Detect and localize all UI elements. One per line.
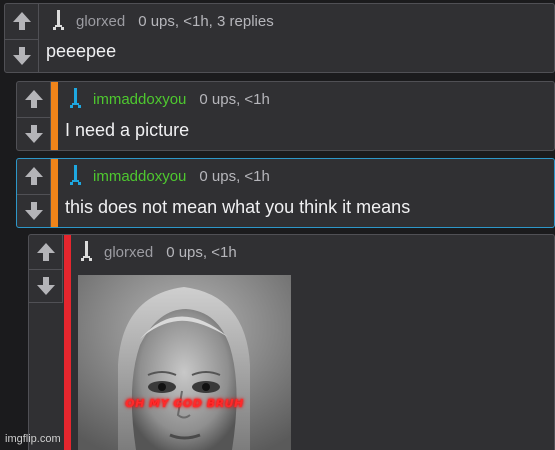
- arrow-up-icon: [24, 166, 43, 185]
- arrow-up-icon: [24, 89, 43, 108]
- user-avatar-icon: [53, 10, 64, 30]
- comment-header: immaddoxyou 0 ups, <1h: [70, 165, 270, 185]
- upvote-button[interactable]: [29, 235, 62, 268]
- reply-accent-bar: [51, 82, 58, 150]
- vote-column: [17, 82, 51, 150]
- reply-accent-bar: [51, 159, 58, 227]
- arrow-up-icon: [36, 242, 55, 261]
- image-caption: OH MY GOD BRUH: [125, 397, 244, 410]
- arrow-down-icon: [12, 47, 31, 65]
- arrow-down-icon: [36, 277, 55, 295]
- arrow-down-icon: [24, 202, 43, 220]
- comment-header: glorxed 0 ups, <1h: [81, 241, 237, 261]
- downvote-button[interactable]: [29, 269, 62, 302]
- upvote-button[interactable]: [17, 82, 50, 115]
- comment-image[interactable]: OH MY GOD BRUH: [78, 275, 291, 450]
- upvote-button[interactable]: [17, 159, 50, 192]
- username-link[interactable]: glorxed: [76, 13, 125, 30]
- comment: glorxed 0 ups, <1h, 3 replies peeepee: [4, 3, 555, 73]
- arrow-up-icon: [12, 11, 31, 30]
- downvote-button[interactable]: [17, 117, 50, 150]
- downvote-button[interactable]: [5, 39, 38, 72]
- comment-meta: 0 ups, <1h: [199, 167, 270, 185]
- comment: immaddoxyou 0 ups, <1h this does not mea…: [16, 158, 555, 228]
- comment-header: glorxed 0 ups, <1h, 3 replies: [53, 10, 274, 30]
- comment-meta: 0 ups, <1h: [199, 90, 270, 108]
- vote-column: [29, 235, 63, 303]
- username-link[interactable]: immaddoxyou: [93, 168, 186, 185]
- portrait-image: [78, 275, 291, 450]
- reply-accent-bar: [64, 235, 71, 450]
- comment-header: immaddoxyou 0 ups, <1h: [70, 88, 270, 108]
- imgflip-watermark: imgflip.com: [5, 433, 61, 445]
- comment-text: this does not mean what you think it mea…: [65, 197, 411, 217]
- comment-text: I need a picture: [65, 120, 190, 140]
- user-avatar-icon: [81, 241, 92, 261]
- comment-text: peeepee: [46, 41, 117, 61]
- vote-column: [5, 4, 39, 72]
- downvote-button[interactable]: [17, 194, 50, 227]
- vote-column: [17, 159, 51, 227]
- arrow-down-icon: [24, 125, 43, 143]
- comment: immaddoxyou 0 ups, <1h I need a picture: [16, 81, 555, 151]
- username-link[interactable]: glorxed: [104, 244, 153, 261]
- username-link[interactable]: immaddoxyou: [93, 91, 186, 108]
- upvote-button[interactable]: [5, 4, 38, 37]
- comment-thread: glorxed 0 ups, <1h, 3 replies peeepee im…: [0, 0, 555, 450]
- user-avatar-icon: [70, 88, 81, 108]
- user-avatar-icon: [70, 165, 81, 185]
- comment-meta: 0 ups, <1h, 3 replies: [138, 12, 274, 30]
- comment-meta: 0 ups, <1h: [166, 243, 237, 261]
